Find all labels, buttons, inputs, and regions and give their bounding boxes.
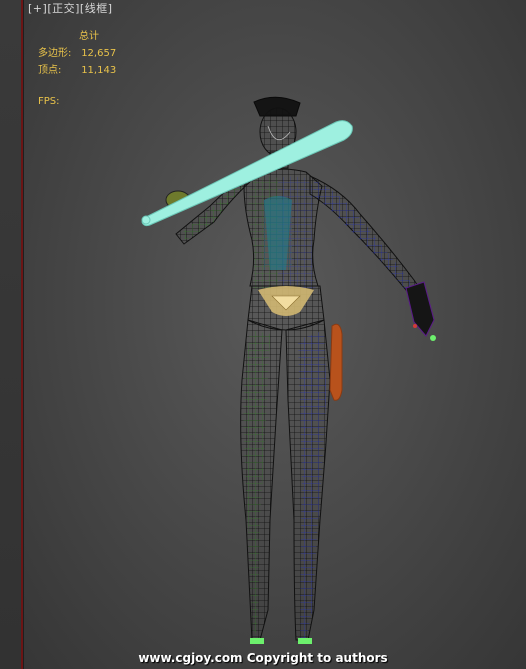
leg-left-mesh <box>240 319 283 644</box>
leg-right-mesh <box>285 319 331 644</box>
wireframe-character-model[interactable] <box>24 0 526 669</box>
viewport-active-border <box>21 0 23 669</box>
viewport-orthographic[interactable]: [+][正交][线框] 总计 多边形: 12,657 顶点: 11,143 FP… <box>24 0 526 669</box>
left-panel-strip <box>0 0 23 669</box>
copyright-watermark: www.cgjoy.com Copyright to authors <box>138 651 388 665</box>
holster-mesh <box>329 323 343 401</box>
arm-right-mesh <box>309 175 436 341</box>
